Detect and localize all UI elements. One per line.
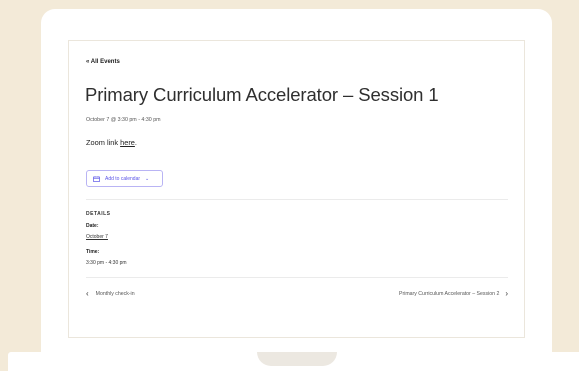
all-events-link[interactable]: « All Events bbox=[86, 59, 120, 65]
chevron-right-icon: › bbox=[505, 289, 508, 298]
time-value: 3:30 pm - 4:30 pm bbox=[86, 260, 127, 266]
zoom-suffix: . bbox=[134, 138, 137, 147]
calendar-icon bbox=[93, 175, 100, 182]
details-heading: DETAILS bbox=[86, 211, 111, 217]
date-label: Date: bbox=[86, 223, 99, 229]
laptop-notch bbox=[257, 352, 337, 366]
date-value[interactable]: October 7 bbox=[86, 234, 108, 240]
chevron-left-icon: ‹ bbox=[86, 289, 89, 298]
divider bbox=[86, 199, 508, 200]
divider bbox=[86, 277, 508, 278]
zoom-link[interactable]: here bbox=[120, 138, 135, 147]
zoom-line: Zoom link here. bbox=[86, 138, 137, 147]
laptop-mockup: « All Events Primary Curriculum Accelera… bbox=[0, 0, 579, 371]
event-datetime: October 7 @ 3:30 pm - 4:30 pm bbox=[86, 117, 161, 123]
zoom-prefix: Zoom link bbox=[86, 138, 121, 147]
time-label: Time: bbox=[86, 249, 100, 255]
next-event-label: Primary Curriculum Accelerator – Session… bbox=[399, 291, 500, 297]
add-to-calendar-button[interactable]: Add to calendar ⌄ bbox=[86, 170, 163, 187]
previous-event-label: Monthly check-in bbox=[95, 291, 135, 297]
chevron-down-icon: ⌄ bbox=[145, 175, 150, 182]
add-to-calendar-label: Add to calendar bbox=[105, 175, 141, 182]
event-title: Primary Curriculum Accelerator – Session… bbox=[85, 84, 439, 105]
previous-event-link[interactable]: ‹ Monthly check-in bbox=[86, 290, 135, 298]
next-event-link[interactable]: Primary Curriculum Accelerator – Session… bbox=[399, 290, 508, 298]
